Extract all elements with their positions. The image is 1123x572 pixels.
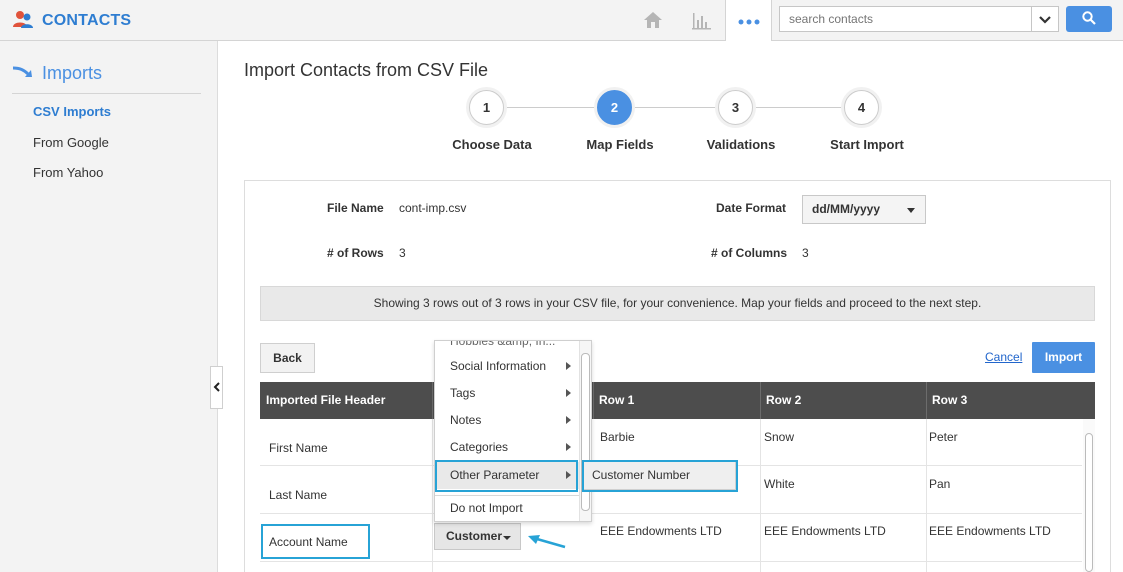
table-row: [260, 515, 1082, 562]
submenu-arrow-icon: [566, 389, 571, 397]
app-title: CONTACTS: [42, 11, 132, 29]
chevron-left-icon: [213, 380, 220, 395]
column-header-row-3: Row 3: [932, 393, 968, 407]
cell-row2-last-name: White: [764, 477, 795, 491]
home-icon[interactable]: [638, 0, 668, 40]
field-mapping-value: Customer: [446, 529, 503, 543]
date-format-value: dd/MM/yyyy: [812, 202, 881, 216]
step-2-indicator: 2: [597, 90, 632, 125]
column-divider: [926, 419, 927, 572]
rows-label: # of Rows: [327, 246, 384, 260]
step-3-indicator: 3: [718, 90, 753, 125]
more-dots-icon: [738, 13, 760, 28]
date-format-label: Date Format: [716, 201, 787, 215]
cell-row3-first-name: Peter: [929, 430, 958, 444]
info-message: Showing 3 rows out of 3 rows in your CSV…: [260, 286, 1095, 321]
search-icon: [1082, 10, 1096, 28]
step-2-label: Map Fields: [586, 137, 654, 152]
account-name-highlight: [261, 524, 370, 559]
sidebar-item-from-google[interactable]: From Google: [33, 135, 109, 150]
step-connector: [503, 107, 598, 108]
search-input[interactable]: [780, 7, 1032, 31]
menu-item-label: Notes: [450, 413, 482, 427]
rows-value: 3: [399, 246, 406, 260]
import-button[interactable]: Import: [1032, 342, 1095, 373]
contacts-icon: [12, 9, 34, 32]
table-header: Imported File Header Row 1 Row 2 Row 3: [260, 382, 1095, 419]
cell-row3-account-name: EEE Endowments LTD: [929, 524, 1051, 538]
submenu-arrow-icon: [566, 443, 571, 451]
date-format-select[interactable]: dd/MM/yyyy: [802, 195, 926, 224]
sidebar-divider: [12, 93, 201, 94]
table-row: [260, 419, 1082, 466]
menu-scrollbar[interactable]: [579, 341, 591, 521]
field-mapping-select[interactable]: Customer: [434, 523, 521, 550]
menu-item-social-information[interactable]: Social Information: [435, 353, 581, 380]
cell-row2-account-name: EEE Endowments LTD: [764, 524, 886, 538]
customer-number-highlight: [582, 460, 738, 492]
file-name-label: File Name: [327, 201, 384, 215]
cell-row1-first-name: Barbie: [600, 430, 635, 444]
sidebar-heading: Imports: [12, 63, 102, 84]
column-header-imported-file-header: Imported File Header: [266, 393, 386, 407]
search-button[interactable]: [1066, 6, 1112, 32]
column-divider: [432, 419, 433, 572]
menu-item-label: Social Information: [450, 359, 547, 373]
back-button[interactable]: Back: [260, 343, 315, 373]
field-mapping-menu: Hobbies &amp; In... Social Information T…: [434, 340, 592, 522]
row-header-first-name: First Name: [269, 441, 328, 455]
cell-row2-first-name: Snow: [764, 430, 795, 444]
cell-row1-account-name: EEE Endowments LTD: [600, 524, 722, 538]
column-header-row-2: Row 2: [766, 393, 802, 407]
columns-value: 3: [802, 246, 809, 260]
app-logo[interactable]: CONTACTS: [12, 9, 131, 32]
other-parameter-highlight: [435, 460, 578, 492]
import-arrow-icon: [12, 64, 36, 83]
row-header-last-name: Last Name: [269, 488, 328, 502]
menu-item-do-not-import[interactable]: Do not Import: [435, 495, 581, 521]
submenu-arrow-icon: [566, 362, 571, 370]
caret-down-icon: [503, 536, 511, 540]
step-connector: [631, 107, 718, 108]
bar-chart-icon[interactable]: [687, 0, 715, 40]
column-header-row-1: Row 1: [599, 393, 635, 407]
file-name-value: cont-imp.csv: [399, 201, 467, 215]
menu-item-label: Hobbies &amp; In...: [450, 340, 556, 348]
search-box: [779, 6, 1059, 32]
menu-item-categories[interactable]: Categories: [435, 434, 581, 461]
step-3-label: Validations: [706, 137, 776, 152]
chevron-down-icon: [1039, 12, 1051, 27]
step-1-indicator: 1: [469, 90, 504, 125]
step-4-indicator: 4: [844, 90, 879, 125]
step-1-label: Choose Data: [452, 137, 532, 152]
menu-item-tags[interactable]: Tags: [435, 380, 581, 407]
page-title: Import Contacts from CSV File: [244, 60, 489, 80]
top-bar: CONTACTS: [0, 0, 1123, 41]
sidebar-item-from-yahoo[interactable]: From Yahoo: [33, 165, 103, 180]
menu-item-notes[interactable]: Notes: [435, 407, 581, 434]
caret-down-icon: [907, 208, 915, 213]
sidebar-item-csv-imports[interactable]: CSV Imports: [33, 104, 111, 119]
submenu-arrow-icon: [566, 416, 571, 424]
collapse-sidebar-button[interactable]: [210, 366, 223, 409]
table-scrollbar-thumb[interactable]: [1085, 433, 1093, 572]
cancel-link[interactable]: Cancel: [985, 350, 1022, 364]
sidebar-heading-label: Imports: [42, 63, 103, 83]
menu-item-label: Categories: [450, 440, 509, 454]
column-divider: [432, 382, 433, 419]
step-4-label: Start Import: [830, 137, 904, 152]
columns-label: # of Columns: [711, 246, 788, 260]
more-menu-button[interactable]: [725, 0, 772, 41]
menu-item-label: Do not Import: [450, 501, 523, 515]
sidebar: Imports CSV Imports From Google From Yah…: [0, 41, 218, 572]
menu-item-label: Tags: [450, 386, 476, 400]
step-connector: [752, 107, 844, 108]
pointer-arrow-icon: [525, 532, 569, 553]
table-scrollbar[interactable]: [1083, 419, 1095, 572]
cell-row3-last-name: Pan: [929, 477, 951, 491]
column-divider: [760, 419, 761, 572]
search-dropdown-button[interactable]: [1031, 7, 1058, 31]
